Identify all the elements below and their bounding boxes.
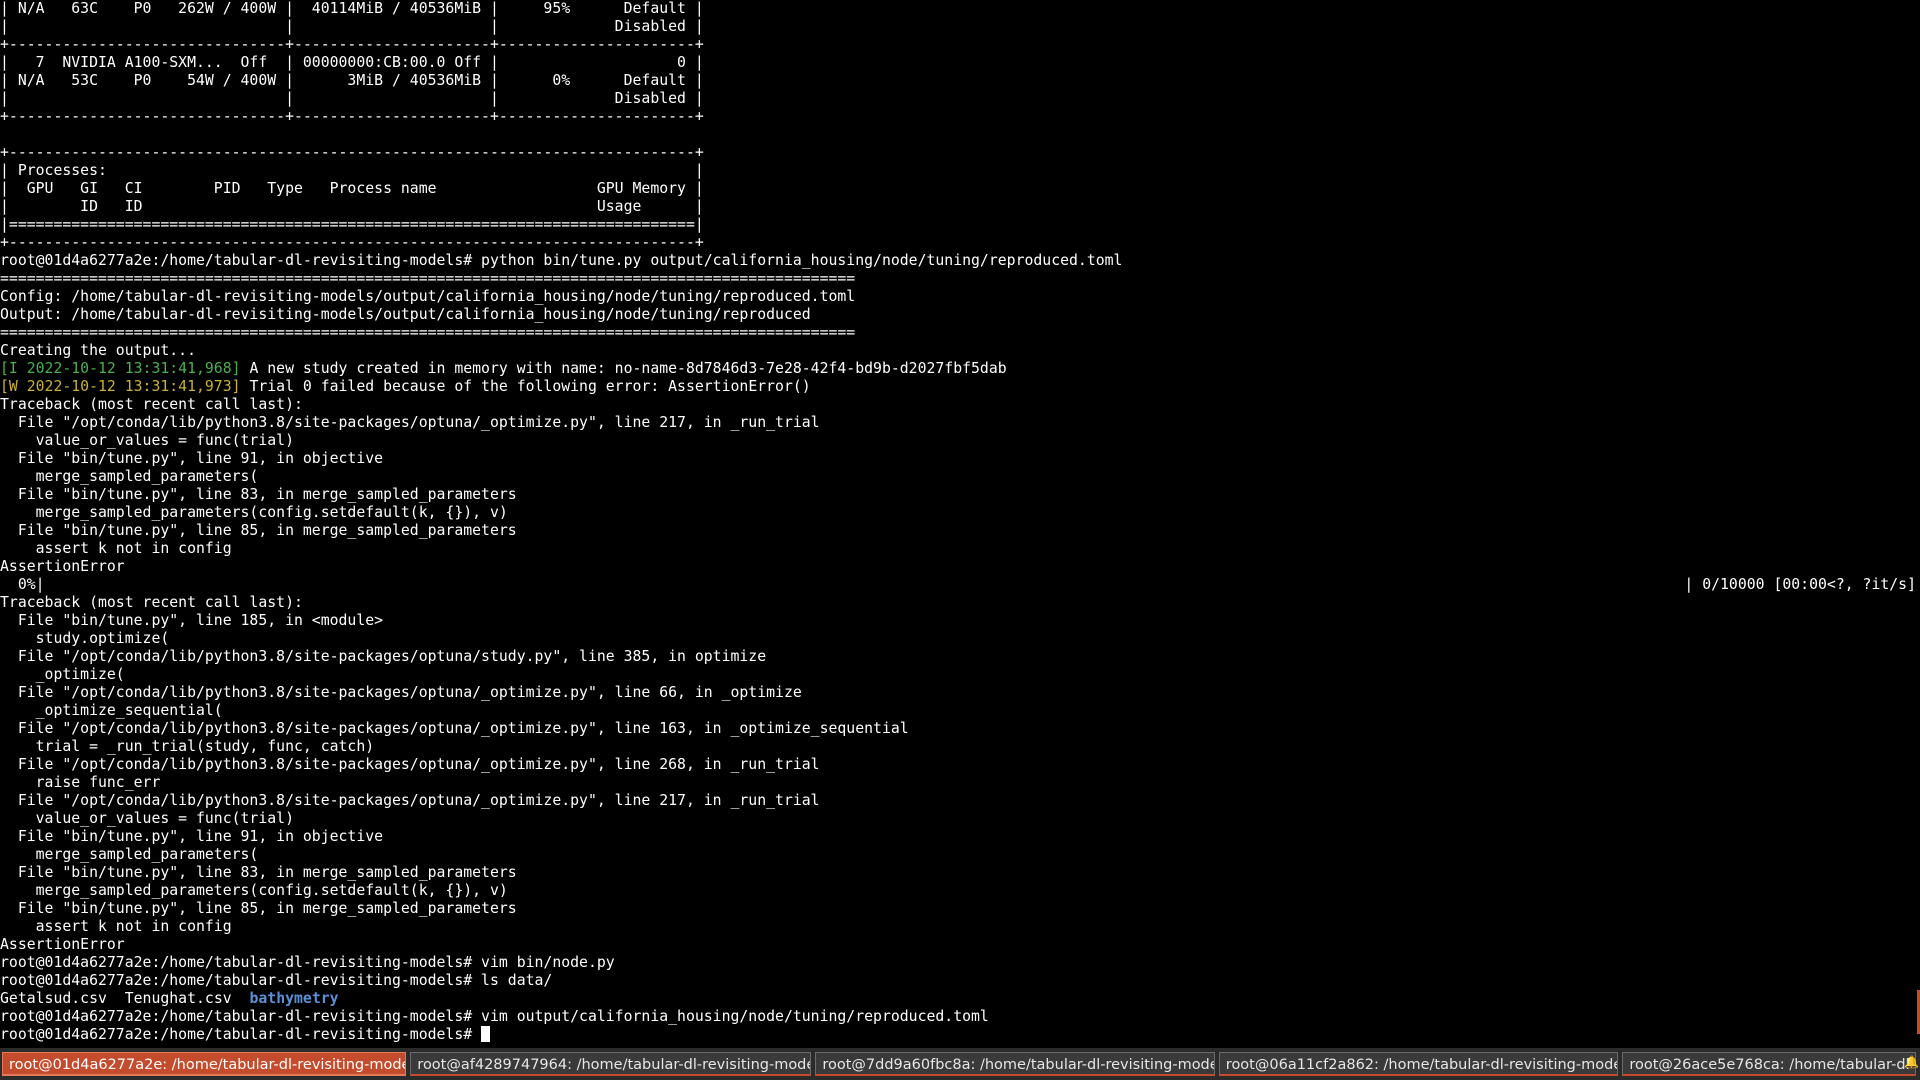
terminal-line: | GPU GI CI PID Type Process name GPU Me… [0,180,704,197]
prompt-line: root@01d4a6277a2e:/home/tabular-dl-revis… [0,1026,1920,1042]
terminal-cursor[interactable] [481,1026,491,1042]
log-message: A new study created in memory with name:… [240,360,1007,377]
terminal-tab[interactable]: root@af4289747964: /home/tabular-dl-revi… [410,1052,812,1076]
terminal-line: +-------------------------------+-------… [0,108,704,125]
terminal-line: merge_sampled_parameters( [0,468,259,485]
file-entry: Tenughat.csv [124,990,232,1007]
terminal-line: File "bin/tune.py", line 185, in <module… [0,612,384,629]
terminal-line: | ID ID Usage | [0,198,704,215]
log-line-info: [I 2022-10-12 13:31:41,968] A new study … [0,360,1920,378]
terminal-line: root@01d4a6277a2e:/home/tabular-dl-revis… [0,972,553,989]
terminal-line: value_or_values = func(trial) [0,810,294,827]
terminal-line: assert k not in config [0,540,232,557]
terminal-line: _optimize_sequential( [0,702,223,719]
terminal-tab[interactable]: root@06a11cf2a862: /home/tabular-dl-revi… [1218,1052,1619,1076]
terminal-line: root@01d4a6277a2e:/home/tabular-dl-revis… [0,1008,989,1025]
bell-icon: 🔔 [1904,1055,1919,1069]
terminal-line: File "/opt/conda/lib/python3.8/site-pack… [0,648,767,665]
terminal-line: Creating the output... [0,342,196,359]
terminal-line: +---------------------------------------… [0,234,704,251]
terminal-line: Config: /home/tabular-dl-revisiting-mode… [0,288,856,305]
terminal-line: File "/opt/conda/lib/python3.8/site-pack… [0,756,820,773]
terminal-tab[interactable]: root@01d4a6277a2e: /home/tabular-dl-revi… [2,1052,407,1076]
terminal-line: Traceback (most recent call last): [0,396,303,413]
terminal-line: raise func_err [0,774,161,791]
log-timestamp: [W 2022-10-12 13:31:41,973] [0,378,241,395]
terminal-line: File "/opt/conda/lib/python3.8/site-pack… [0,792,820,809]
terminal-line: | 7 NVIDIA A100-SXM... Off | 00000000:CB… [0,54,704,71]
terminal-line: File "bin/tune.py", line 91, in objectiv… [0,450,384,467]
terminal-line: trial = _run_trial(study, func, catch) [0,738,375,755]
shell-prompt: root@01d4a6277a2e:/home/tabular-dl-revis… [0,1026,482,1042]
terminal-line: | Processes: | [0,162,704,179]
progress-status: | 0/10000 [00:00<?, ?it/s] [1684,576,1916,593]
terminal-window[interactable]: | N/A 63C P0 262W / 400W | 40114MiB / 40… [0,0,1920,1042]
log-timestamp: [I 2022-10-12 13:31:41,968] [0,360,241,377]
terminal-line: File "bin/tune.py", line 85, in merge_sa… [0,522,517,539]
terminal-line: File "bin/tune.py", line 85, in merge_sa… [0,900,517,917]
log-line-warning: [W 2022-10-12 13:31:41,973] Trial 0 fail… [0,378,1920,396]
terminal-tab[interactable]: root@26ace5e768ca: /home/tabular-dl-revi… [1622,1052,1917,1076]
terminal-line: File "/opt/conda/lib/python3.8/site-pack… [0,684,802,701]
terminal-line: AssertionError [0,558,125,575]
terminal-line: root@01d4a6277a2e:/home/tabular-dl-revis… [0,252,1123,269]
terminal-line: study.optimize( [0,630,170,647]
terminal-line: Traceback (most recent call last): [0,594,303,611]
terminal-tab[interactable]: root@7dd9a60fbc8a: /home/tabular-dl-revi… [815,1052,1215,1076]
terminal-line: | N/A 53C P0 54W / 400W | 3MiB / 40536Mi… [0,72,704,89]
terminal-line: root@01d4a6277a2e:/home/tabular-dl-revis… [0,954,615,971]
progress-percent: 0%| [0,576,45,593]
terminal-line: File "bin/tune.py", line 83, in merge_sa… [0,864,517,881]
terminal-line: value_or_values = func(trial) [0,432,294,449]
terminal-line: File "/opt/conda/lib/python3.8/site-pack… [0,720,909,737]
log-message: Trial 0 failed because of the following … [240,378,811,395]
terminal-line: ========================================… [0,270,856,287]
terminal-line: File "bin/tune.py", line 83, in merge_sa… [0,486,517,503]
terminal-line: File "bin/tune.py", line 91, in objectiv… [0,828,384,845]
terminal-line: merge_sampled_parameters(config.setdefau… [0,882,508,899]
terminal-line: Output: /home/tabular-dl-revisiting-mode… [0,306,811,323]
terminal-line: |=======================================… [0,216,704,233]
terminal-line: assert k not in config [0,918,232,935]
terminal-line: merge_sampled_parameters( [0,846,259,863]
progress-line: 0%| | 0/10000 [00:00<?, ?it/s] [0,576,1920,594]
terminal-output: | N/A 63C P0 262W / 400W | 40114MiB / 40… [0,0,1920,1042]
terminal-line: | | | Disabled | [0,18,704,35]
terminal-line: +---------------------------------------… [0,144,704,161]
terminal-line: File "/opt/conda/lib/python3.8/site-pack… [0,414,820,431]
terminal-line: ========================================… [0,324,856,341]
directory-entry: bathymetry [249,990,339,1007]
terminal-line: +-------------------------------+-------… [0,36,704,53]
file-entry: Getalsud.csv [0,990,107,1007]
terminal-line: _optimize( [0,666,125,683]
terminal-line: | N/A 63C P0 262W / 400W | 40114MiB / 40… [0,0,704,17]
terminal-line: merge_sampled_parameters(config.setdefau… [0,504,508,521]
ls-output-line: Getalsud.csv Tenughat.csv bathymetry [0,990,1920,1008]
terminal-line: | | | Disabled | [0,90,704,107]
tab-bar: root@01d4a6277a2e: /home/tabular-dl-revi… [0,1048,1920,1080]
terminal-line: AssertionError [0,936,125,953]
